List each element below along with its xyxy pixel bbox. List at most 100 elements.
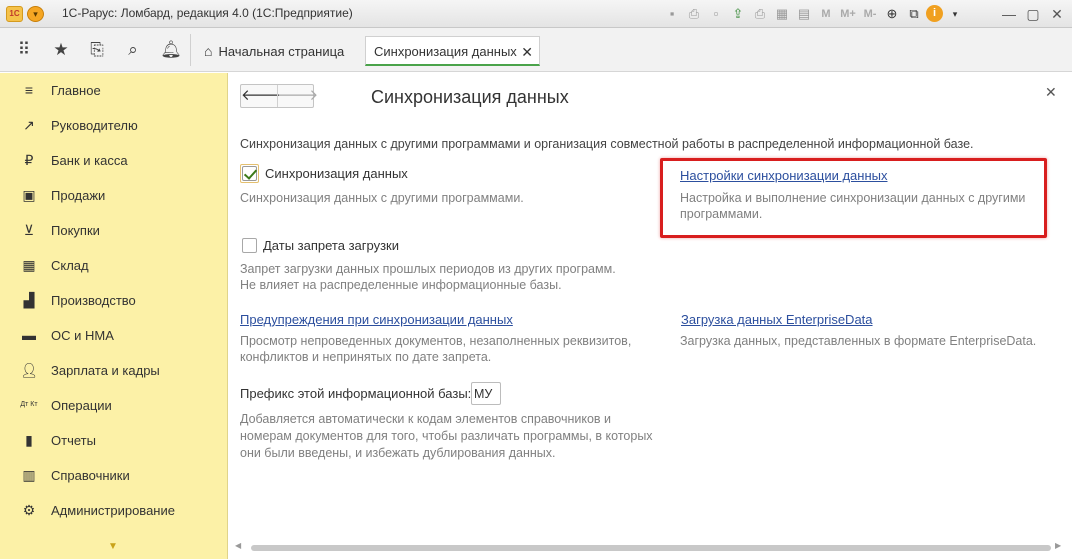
- main-menu-button[interactable]: ▾: [27, 6, 44, 22]
- sync-warnings-link[interactable]: Предупреждения при синхронизации данных: [240, 312, 513, 327]
- horizontal-scrollbar[interactable]: ◀ ▶: [229, 541, 1072, 559]
- prefix-hint-1: Добавляется автоматически к кодам элемен…: [240, 412, 612, 426]
- upload-icon[interactable]: ⇪: [728, 4, 748, 24]
- tab-sync-data[interactable]: Синхронизация данных ✕: [365, 36, 540, 66]
- grid-menu-icon[interactable]: ⠿: [12, 38, 36, 62]
- memory-plus-icon[interactable]: M+: [838, 4, 858, 24]
- calculator-icon[interactable]: ▦: [772, 4, 792, 24]
- sidebar-item-label: Отчеты: [51, 432, 96, 448]
- memory-minus-icon[interactable]: M-: [860, 4, 880, 24]
- printer-icon[interactable]: ⎙: [750, 4, 770, 24]
- sync-data-checkbox-row[interactable]: Синхронизация данных: [240, 164, 408, 183]
- star-icon[interactable]: ★: [49, 38, 73, 62]
- sidebar-item-reports[interactable]: ▮ Отчеты: [0, 423, 228, 457]
- scroll-thumb[interactable]: [251, 545, 1051, 551]
- restore-icon[interactable]: ⧉: [904, 4, 924, 24]
- navigation-buttons: 🡐 🡒: [240, 84, 318, 108]
- close-window-button[interactable]: ✕: [1046, 4, 1068, 24]
- sync-settings-hint-2: программами.: [680, 207, 763, 221]
- gear-icon: ⚙: [22, 501, 36, 518]
- preview-icon[interactable]: ▫: [706, 4, 726, 24]
- sidebar-item-label: Администрирование: [51, 502, 175, 518]
- page-title: Синхронизация данных: [371, 87, 569, 107]
- sidebar-item-sales[interactable]: ▣ Продажи: [0, 178, 228, 212]
- sidebar-item-assets[interactable]: ▬ ОС и НМА: [0, 318, 228, 352]
- scroll-left-icon[interactable]: ◀: [235, 541, 241, 550]
- sync-data-checkbox[interactable]: [242, 166, 257, 181]
- scroll-track[interactable]: [251, 543, 1051, 553]
- sidebar-item-production[interactable]: ▟ Производство: [0, 283, 228, 317]
- title-toolbar: ▪ ⎙ ▫ ⇪ ⎙ ▦ ▤ M M+ M- ⊕ ⧉ i ▾: [662, 4, 965, 24]
- ban-dates-checkbox[interactable]: [242, 238, 257, 253]
- prefix-hint-2: номерам документов для того, чтобы разли…: [240, 429, 653, 443]
- sidebar-item-main[interactable]: ≡ Главное: [0, 73, 228, 107]
- ban-dates-label: Даты запрета загрузки: [263, 238, 399, 253]
- coin-icon: ₽: [24, 151, 34, 168]
- info-icon[interactable]: i: [926, 5, 943, 22]
- close-form-icon[interactable]: ✕: [1045, 84, 1057, 101]
- sidebar-item-salary[interactable]: 👤︎ Зарплата и кадры: [0, 353, 228, 387]
- save-icon[interactable]: ▪: [662, 4, 682, 24]
- bell-icon[interactable]: 🔔︎: [159, 38, 183, 62]
- forward-button[interactable]: 🡒: [277, 85, 318, 107]
- sidebar-item-manager[interactable]: ↗ Руководителю: [0, 108, 228, 142]
- enterprise-data-hint: Загрузка данных, представленных в формат…: [680, 334, 1037, 348]
- sidebar-item-label: Продажи: [51, 187, 106, 203]
- sidebar-item-operations[interactable]: Дт Кт Операции: [0, 388, 228, 422]
- print-icon[interactable]: ⎙: [684, 4, 704, 24]
- enterprise-data-link[interactable]: Загрузка данных EnterpriseData: [681, 312, 873, 327]
- sidebar-item-admin[interactable]: ⚙ Администрирование: [0, 493, 228, 527]
- sidebar-item-label: Справочники: [51, 467, 130, 483]
- memory-icon[interactable]: M: [816, 4, 836, 24]
- form-area: 🡐 🡒 Синхронизация данных ✕ Синхронизация…: [229, 73, 1072, 559]
- app-logo: 1С: [6, 6, 23, 22]
- bag-icon: ▣: [22, 186, 36, 203]
- sidebar-item-label: Производство: [51, 292, 136, 308]
- close-tab-icon[interactable]: ✕: [521, 37, 533, 67]
- minimize-button[interactable]: —: [998, 4, 1020, 24]
- sidebar-item-label: Операции: [51, 397, 112, 413]
- sidebar-item-label: Руководителю: [51, 117, 138, 133]
- ban-dates-checkbox-row[interactable]: Даты запрета загрузки: [242, 238, 399, 253]
- sidebar-scroll-down-icon[interactable]: ▼: [108, 541, 118, 552]
- history-icon[interactable]: ⎘: [85, 38, 109, 62]
- sidebar-item-bank[interactable]: ₽ Банк и касса: [0, 143, 228, 177]
- home-icon: ⌂: [204, 43, 213, 59]
- search-icon[interactable]: ⌕: [121, 38, 145, 62]
- sidebar-item-label: Банк и касса: [51, 152, 128, 168]
- back-button[interactable]: 🡐: [241, 85, 281, 107]
- sync-settings-link[interactable]: Настройки синхронизации данных: [680, 168, 888, 183]
- window-title: 1С-Рарус: Ломбард, редакция 4.0 (1С:Пред…: [62, 6, 353, 20]
- reports-icon: ▮: [25, 431, 33, 448]
- tab-sync-label: Синхронизация данных: [374, 44, 517, 59]
- sidebar-item-label: Главное: [51, 82, 101, 98]
- sidebar-item-label: Склад: [51, 257, 89, 273]
- dt-kt-icon: Дт Кт: [20, 401, 38, 408]
- ban-dates-hint-2: Не влияет на распределенные информационн…: [240, 278, 562, 292]
- assets-icon: ▬: [22, 327, 36, 343]
- person-icon: 👤︎: [20, 361, 38, 378]
- tab-home[interactable]: ⌂ Начальная страница: [196, 36, 352, 66]
- warehouse-icon: ▦: [22, 256, 36, 273]
- calendar-icon[interactable]: ▤: [794, 4, 814, 24]
- toolbar-divider: [190, 34, 191, 66]
- prefix-label: Префикс этой информационной базы:: [240, 386, 472, 401]
- sync-data-label: Синхронизация данных: [265, 166, 408, 181]
- book-icon: ▥: [22, 466, 36, 483]
- scroll-right-icon[interactable]: ▶: [1055, 541, 1061, 550]
- zoom-icon[interactable]: ⊕: [882, 4, 902, 24]
- sidebar: ≡ Главное ↗ Руководителю ₽ Банк и касса …: [0, 73, 228, 559]
- prefix-input[interactable]: [471, 382, 501, 405]
- cart-icon: ⊻: [23, 221, 35, 238]
- prefix-hint-3: они были введены, и избежать дублировани…: [240, 446, 556, 460]
- sync-settings-hint-1: Настройка и выполнение синхронизации дан…: [680, 191, 1026, 205]
- maximize-button[interactable]: ▢: [1022, 4, 1044, 24]
- sidebar-item-warehouse[interactable]: ▦ Склад: [0, 248, 228, 282]
- sidebar-item-purchases[interactable]: ⊻ Покупки: [0, 213, 228, 247]
- sidebar-item-label: Покупки: [51, 222, 100, 238]
- sidebar-item-catalogs[interactable]: ▥ Справочники: [0, 458, 228, 492]
- trend-icon: ↗: [23, 116, 35, 133]
- checkbox-focus-frame: [240, 164, 259, 183]
- chevron-down-icon[interactable]: ▾: [945, 4, 965, 24]
- sidebar-item-label: Зарплата и кадры: [51, 362, 160, 378]
